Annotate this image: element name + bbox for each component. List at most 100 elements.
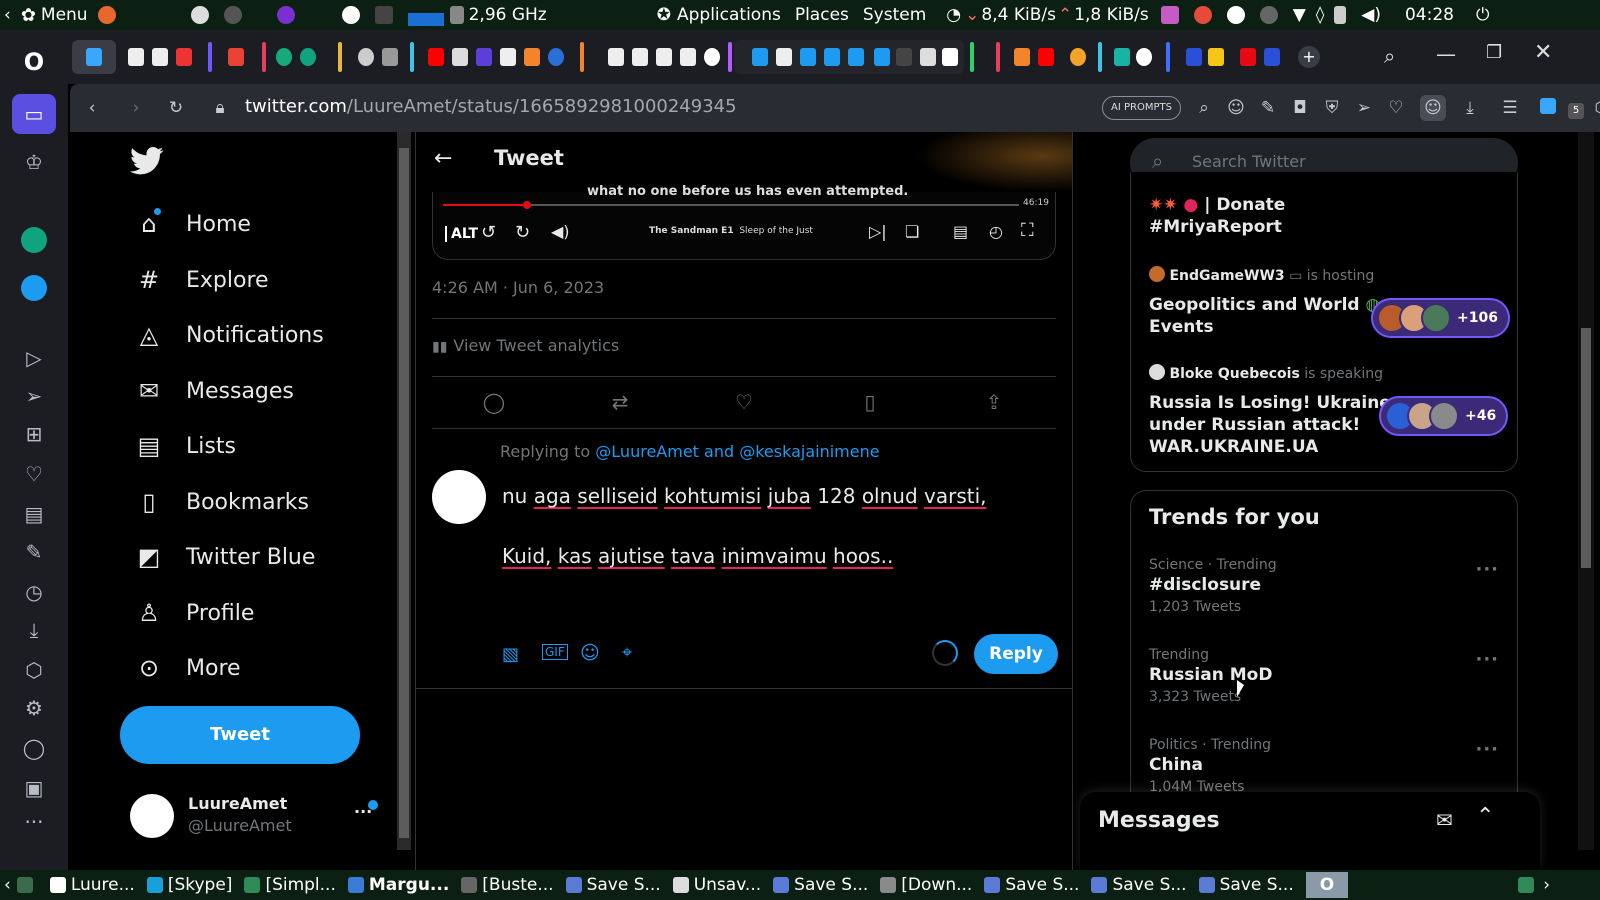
tab-infinity-icon[interactable] [476,48,492,66]
rewind-10-icon[interactable]: ↺ [481,222,496,243]
video-progress-handle[interactable] [523,201,531,209]
places-menu[interactable]: Places [795,5,849,25]
taskbar-left-arrow-icon[interactable]: ‹ [4,875,11,895]
taskbar-task[interactable]: Save S... [984,875,1079,895]
back-arrow-icon[interactable]: ← [434,146,452,171]
tab-doc3-icon[interactable] [500,48,516,66]
speed-dial-icon[interactable]: ⊞ [20,420,48,448]
tab-imdb-icon[interactable] [1208,48,1224,66]
url-field[interactable]: twitter.com/LuureAmet/status/16658929810… [245,96,737,117]
tab-twitter3-icon[interactable] [824,48,840,66]
restore-button[interactable]: ❐ [1486,42,1502,63]
emoji-icon[interactable]: ☺ [1226,98,1246,118]
clock[interactable]: 04:28 [1405,5,1454,25]
nav-item-profile[interactable]: ♙ Profile [134,591,254,635]
tab-twitter4-icon[interactable] [848,48,864,66]
speed-icon[interactable]: ◴ [989,222,1003,241]
taskbar-task[interactable]: Save S... [1091,875,1187,895]
player-icon[interactable]: ▷ [20,344,48,372]
twitter-sidebar-icon[interactable] [20,274,48,302]
tab-chat-icon[interactable] [276,48,292,66]
wifi-icon[interactable]: ▼ [1293,5,1306,25]
tab-google-icon[interactable] [704,48,720,66]
trash-icon[interactable] [1518,877,1539,893]
launcher-opera-icon[interactable] [341,6,365,24]
taskbar-task[interactable]: [Buste... [461,875,554,895]
reply-textarea[interactable]: nu aga selliseid kohtumisi juba 128 olnu… [502,484,1042,568]
taskbar-task[interactable]: Unsav... [672,875,761,895]
alt-badge[interactable]: ALT [445,226,478,242]
tab-grid-icon[interactable] [1264,48,1280,66]
subtitles-icon[interactable]: ▤ [953,222,968,241]
trend-item[interactable]: Politics · Trending China 1,04M Tweets [1149,737,1509,795]
battery-icon[interactable] [1334,6,1351,24]
download-icon[interactable]: ⤓ [1460,98,1480,118]
space-listeners-pill-2[interactable]: +46 [1379,396,1509,436]
like-icon[interactable]: ♡ [732,390,756,414]
minimize-button[interactable]: — [1436,42,1456,66]
tab-chatgpt-icon[interactable] [300,48,316,66]
tab-twitter5-icon[interactable] [874,48,890,66]
taskbar-right-arrow-icon[interactable]: › [1543,875,1550,895]
shield-icon[interactable]: ⛨ [1322,98,1342,118]
nav-item-notifications[interactable]: ◬ Notifications [134,313,324,357]
downloads-icon[interactable]: ⤓ [20,616,48,644]
space-title-2[interactable]: Russia Is Losing! Ukraine under Russian … [1149,392,1391,458]
tray-red-app-icon[interactable] [1193,6,1217,24]
app-icon[interactable]: ▣ [20,774,48,802]
page-scrollbar-left[interactable] [397,132,411,850]
tab-museum-icon[interactable] [452,48,468,66]
forward-arrow-icon[interactable]: › [126,98,146,118]
launcher-podcast-icon[interactable] [276,6,300,24]
emoji-icon[interactable]: ☺ [580,642,600,664]
page-scrollbar-right[interactable] [1578,132,1594,850]
tab-doc-icon[interactable] [128,48,144,66]
space-title-1[interactable]: Geopolitics and World ◍ Events [1149,294,1380,338]
tray-skype-icon[interactable] [1226,6,1250,24]
trend-more-icon[interactable]: ··· [1475,559,1499,580]
nav-item-explore[interactable]: # Explore [134,258,269,302]
taskbar-task[interactable]: Save S... [1198,875,1294,895]
account-switcher[interactable]: LuureAmet @LuureAmet ··· [130,792,390,840]
share-icon[interactable]: ⇪ [982,390,1006,414]
tab-gmail-icon[interactable] [228,48,244,66]
tab-doc7-icon[interactable] [680,48,696,66]
reload-icon[interactable]: ↻ [166,98,186,118]
active-task-opera[interactable]: O [1305,872,1349,898]
extension-badge-icon[interactable]: 5 [1566,98,1586,119]
tab-cube-icon[interactable] [382,48,398,66]
nav-item-messages[interactable]: ✉ Messages [134,369,294,413]
next-episode-icon[interactable]: ▷| [869,222,887,241]
power-icon[interactable]: ⏻ [1476,5,1489,25]
view-analytics-link[interactable]: ▮▮ View Tweet analytics [432,336,619,355]
tab-pi-icon[interactable] [1114,48,1130,66]
tab-search-icon[interactable]: ⌕ [1384,44,1395,68]
gif-icon[interactable]: GIF [542,644,568,660]
back-arrow-icon[interactable]: ‹ [82,98,102,118]
edit-icon[interactable]: ✎ [1258,98,1278,118]
heart-icon[interactable]: ♡ [20,460,48,488]
news-icon[interactable]: ▤ [20,500,48,528]
history-icon[interactable]: ◷ [20,578,48,606]
tab-j-icon[interactable] [1136,48,1152,66]
tab-pattern-icon[interactable] [920,48,936,66]
send-icon[interactable]: ➢ [20,382,48,410]
tab-orange-icon[interactable] [524,48,540,66]
camera-icon[interactable]: ◘ [1290,98,1310,118]
show-desktop-icon[interactable] [16,877,38,893]
nav-item-home[interactable]: ⌂ Home [134,202,251,246]
close-window-button[interactable]: ✕ [1534,40,1552,65]
twitter-logo-icon[interactable] [130,146,164,180]
trend-item[interactable]: Trending Russian MoD 3,323 Tweets [1149,647,1509,705]
new-tab-button[interactable]: + [1298,46,1320,68]
nav-item-lists[interactable]: ▤ Lists [134,424,236,468]
tab-clock-icon[interactable] [176,48,192,66]
expand-chevron-icon[interactable]: ⌃ [1476,804,1494,829]
notification-bell-icon[interactable]: ◊ [1316,5,1324,25]
launcher-terminal-icon[interactable] [374,6,398,24]
system-menu[interactable]: System [863,5,926,25]
pinboard-icon[interactable]: ▭ [12,94,56,134]
nav-item-more[interactable]: ⊙ More [134,646,241,690]
replying-to-handles[interactable]: @LuureAmet and @keskajainimene [595,442,879,461]
retweet-icon[interactable]: ⇄ [608,390,632,414]
